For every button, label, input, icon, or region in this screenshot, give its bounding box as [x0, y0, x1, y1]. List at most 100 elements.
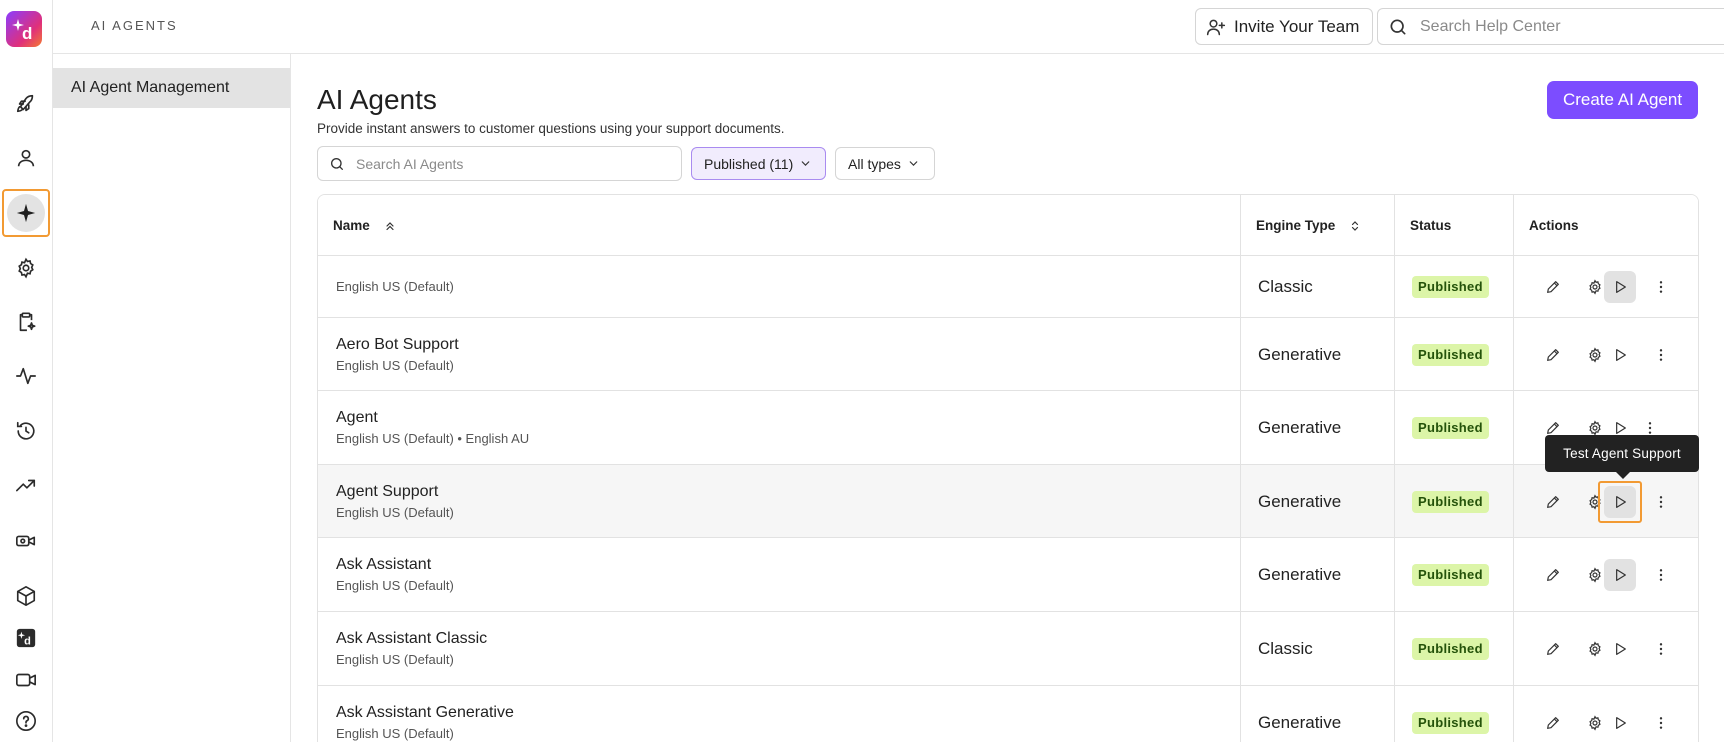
sidebar-item-ai-agents[interactable]: [2, 189, 50, 237]
more-actions-button[interactable]: [1645, 633, 1677, 665]
svg-text:d: d: [24, 635, 31, 647]
sidebar-item-activity[interactable]: [7, 357, 45, 395]
agent-name[interactable]: Ask Assistant Classic: [336, 630, 487, 648]
activity-icon: [16, 367, 36, 385]
search-ai-agents-input[interactable]: Search AI Agents: [317, 146, 682, 181]
invite-team-label: Invite Your Team: [1234, 16, 1360, 36]
edit-button[interactable]: [1537, 271, 1569, 303]
top-bar: AI AGENTS Invite Your Team Search Help C…: [53, 0, 1724, 54]
invite-team-button[interactable]: Invite Your Team: [1195, 8, 1373, 45]
subnav-item-ai-agent-management[interactable]: AI Agent Management: [53, 68, 290, 108]
table-row[interactable]: Aero Bot Support English US (Default) Gene…: [318, 318, 1698, 391]
agent-name[interactable]: Aero Bot Support: [336, 336, 459, 354]
table-row[interactable]: Ask Assistant Generative English US (Defa…: [318, 686, 1698, 742]
agent-name-cell: Ask Assistant Classic English US (Default…: [336, 630, 487, 667]
agent-languages: English US (Default) • English AU: [336, 431, 530, 446]
brand-d-icon: d: [16, 628, 36, 647]
sidebar-item-users[interactable]: [7, 139, 45, 177]
status-badge: Published: [1412, 276, 1489, 298]
agent-name-cell: Ask Assistant Generative English US (Defa…: [336, 704, 514, 741]
sidebar-item-help[interactable]: [7, 702, 45, 740]
user-plus-icon: [1206, 19, 1226, 35]
more-actions-button[interactable]: [1645, 339, 1677, 371]
column-header-engine[interactable]: Engine Type: [1256, 195, 1361, 256]
gear-icon: [18, 257, 34, 279]
agent-name-cell: English US (Default): [336, 279, 454, 294]
app: d d AI AGENTS Invite Your Team Search He…: [0, 0, 1724, 742]
status-filter-dropdown[interactable]: Published (11): [691, 147, 826, 180]
table-row[interactable]: Agent English US (Default) • English AU Ge…: [318, 391, 1698, 465]
engine-type: Generative: [1258, 713, 1342, 732]
play-icon: [1616, 569, 1626, 581]
gear-icon: [1589, 715, 1601, 731]
column-divider: [1240, 195, 1241, 742]
pencil-icon: [1547, 348, 1559, 361]
edit-button[interactable]: [1537, 707, 1569, 739]
test-agent-button[interactable]: [1598, 480, 1642, 523]
table-row[interactable]: Ask Assistant English US (Default) Generat…: [318, 538, 1698, 612]
breadcrumb: AI AGENTS: [91, 18, 178, 33]
more-actions-button[interactable]: [1645, 271, 1677, 303]
table-row[interactable]: English US (Default) Classic Published: [318, 256, 1698, 318]
pencil-icon: [1547, 717, 1559, 729]
more-actions-button[interactable]: [1645, 486, 1677, 518]
gear-icon: [1589, 420, 1601, 436]
history-icon: [16, 421, 35, 440]
secondary-sidebar: AI Agent Management: [53, 54, 291, 742]
play-icon: [1616, 717, 1626, 729]
engine-type: Classic: [1258, 277, 1313, 296]
agent-name-cell: Agent English US (Default) • English AU: [336, 409, 529, 446]
more-vertical-icon: [1659, 281, 1663, 293]
sidebar-item-analytics[interactable]: [7, 467, 45, 505]
status-badge: Published: [1412, 490, 1489, 513]
type-filter-dropdown[interactable]: All types: [835, 147, 935, 180]
test-agent-button[interactable]: [1604, 271, 1636, 303]
column-header-actions: Actions: [1529, 195, 1579, 256]
sidebar-item-recordings[interactable]: [7, 522, 45, 560]
test-agent-button[interactable]: [1604, 339, 1636, 371]
agent-name[interactable]: Agent: [336, 409, 529, 427]
brand-d-icon: d: [12, 19, 32, 43]
agent-name[interactable]: Ask Assistant: [336, 556, 454, 574]
play-icon: [1616, 422, 1626, 434]
sidebar-item-products[interactable]: [7, 577, 45, 615]
pencil-icon: [1547, 569, 1559, 581]
engine-type: Generative: [1258, 418, 1342, 437]
app-logo[interactable]: d: [6, 11, 42, 47]
more-actions-button[interactable]: [1645, 707, 1677, 739]
sidebar-item-settings[interactable]: [7, 249, 45, 287]
video-icon: [16, 673, 36, 687]
engine-type: Generative: [1258, 344, 1342, 364]
agent-name[interactable]: Ask Assistant Generative: [336, 704, 514, 722]
edit-button[interactable]: [1537, 559, 1569, 591]
column-header-actions-label: Actions: [1529, 218, 1579, 233]
type-filter-label: All types: [848, 155, 901, 172]
agent-name[interactable]: Agent Support: [336, 483, 454, 501]
sidebar-item-video[interactable]: [7, 661, 45, 699]
table-row[interactable]: Ask Assistant Classic English US (Default…: [318, 612, 1698, 686]
sidebar-item-tasks[interactable]: [7, 303, 45, 341]
edit-button[interactable]: [1537, 633, 1569, 665]
rocket-icon: [16, 94, 34, 113]
page-subtitle: Provide instant answers to customer ques…: [317, 121, 785, 136]
test-agent-button[interactable]: [1604, 633, 1636, 665]
agent-languages: English US (Default): [336, 504, 454, 520]
edit-button[interactable]: [1537, 339, 1569, 371]
agent-name-cell: Aero Bot Support English US (Default): [336, 336, 459, 373]
sidebar-item-brand[interactable]: d: [7, 619, 45, 657]
edit-button[interactable]: [1537, 486, 1569, 518]
create-ai-agent-button[interactable]: Create AI Agent: [1547, 81, 1698, 119]
table-row[interactable]: Agent Support English US (Default) Generat…: [318, 465, 1698, 538]
more-actions-button[interactable]: [1645, 559, 1677, 591]
sidebar-item-launch[interactable]: [7, 85, 45, 123]
sidebar-item-history[interactable]: [7, 412, 45, 450]
gear-icon: [1589, 346, 1601, 363]
column-header-name[interactable]: Name: [333, 195, 396, 256]
active-bubble: [7, 194, 45, 232]
test-agent-button[interactable]: [1604, 707, 1636, 739]
help-center-search[interactable]: Search Help Center: [1377, 8, 1724, 45]
agent-languages: English US (Default): [336, 279, 454, 294]
agent-name-cell: Agent Support English US (Default): [336, 483, 454, 520]
test-agent-button[interactable]: [1604, 559, 1636, 591]
search-icon: [1390, 19, 1406, 35]
